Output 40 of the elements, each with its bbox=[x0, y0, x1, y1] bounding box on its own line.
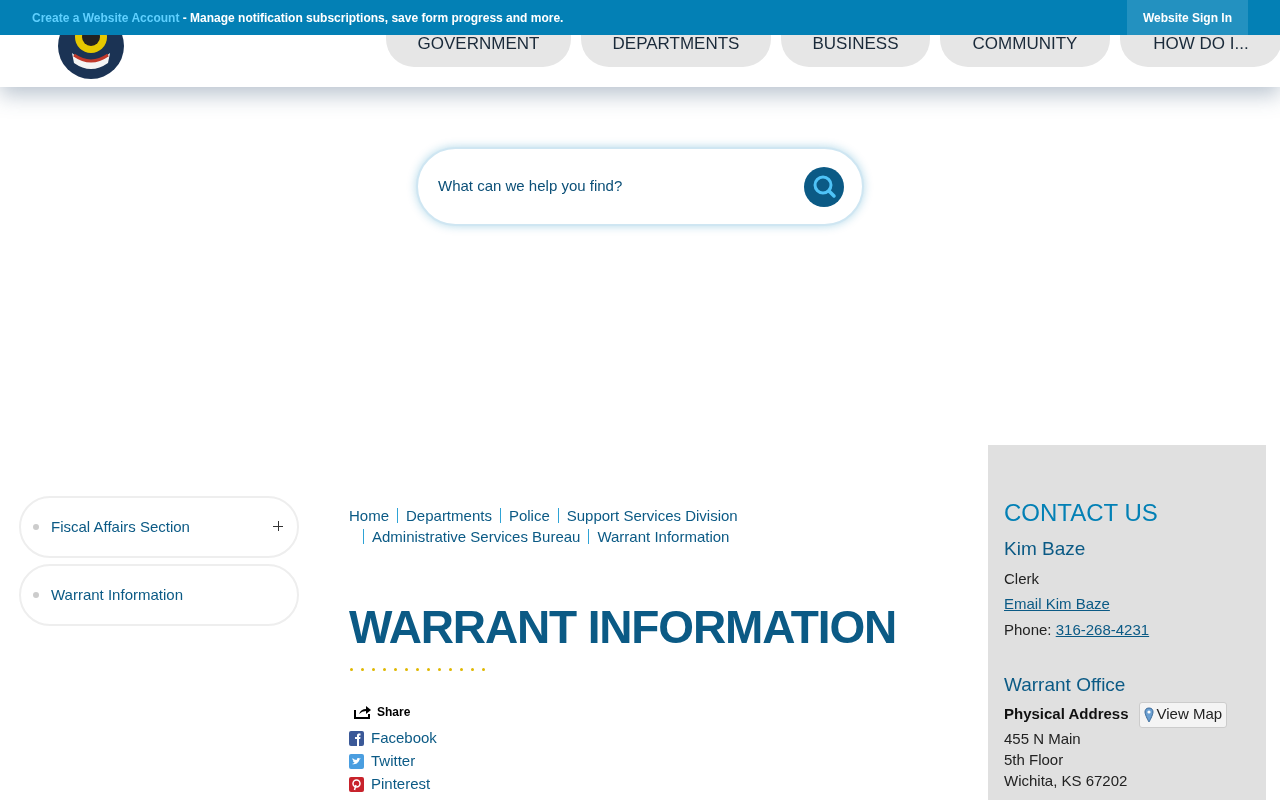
share-link[interactable]: Twitter bbox=[349, 750, 959, 773]
page-title: WARRANT INFORMATION bbox=[349, 600, 898, 655]
account-banner-text: Create a Website Account - Manage notification subscriptions, save form progress and more. bbox=[32, 9, 564, 27]
share-button[interactable]: Share bbox=[354, 703, 411, 721]
pinterest-icon bbox=[349, 777, 364, 792]
breadcrumb-link[interactable]: Home bbox=[349, 505, 389, 526]
search-icon[interactable] bbox=[804, 166, 844, 207]
email-link[interactable]: Email Kim Baze bbox=[1004, 593, 1266, 616]
nav-tab[interactable]: GOVERNMENT bbox=[386, 35, 571, 67]
breadcrumb-link[interactable]: Departments bbox=[406, 505, 492, 526]
address-line: 455 N Main bbox=[1004, 728, 1082, 749]
address-line: 5th Floor bbox=[1004, 749, 1065, 770]
office-heading: Warrant Office bbox=[1004, 673, 1127, 697]
facebook-icon bbox=[349, 731, 364, 746]
sign-in-button[interactable]: Website Sign In bbox=[1126, 0, 1248, 35]
contact-heading: CONTACT US bbox=[1004, 498, 1159, 528]
address-line: Wichita, KS 67202 bbox=[1004, 770, 1129, 791]
sidebar-item[interactable]: Warrant Information bbox=[19, 564, 299, 626]
share-link[interactable]: Facebook bbox=[349, 727, 959, 750]
nav-tab[interactable]: BUSINESS bbox=[781, 35, 930, 67]
nav-tab[interactable]: HOW DO I... bbox=[1120, 35, 1280, 67]
share-icon bbox=[354, 705, 372, 719]
twitter-icon bbox=[349, 754, 364, 769]
address-label: Physical Address bbox=[1004, 704, 1129, 725]
phone-label: Phone: bbox=[1004, 619, 1053, 640]
nav-tab[interactable]: COMMUNITY bbox=[940, 35, 1110, 67]
breadcrumb-link[interactable]: Police bbox=[508, 505, 550, 526]
share-link[interactable]: Pinterest bbox=[349, 773, 959, 796]
view-map-button[interactable]: View Map bbox=[1138, 701, 1228, 728]
map-pin-icon bbox=[1143, 706, 1154, 723]
sidebar-item[interactable]: Fiscal Affairs Section bbox=[19, 496, 299, 558]
phone-link[interactable]: 316-268-4231 bbox=[1055, 618, 1150, 641]
nav-tab[interactable]: DEPARTMENTS bbox=[581, 35, 771, 67]
breadcrumb-link[interactable]: Administrative Services Bureau bbox=[372, 526, 581, 547]
search-field[interactable]: What can we help you find? bbox=[438, 175, 804, 198]
expand-icon[interactable] bbox=[273, 521, 285, 533]
breadcrumb-link[interactable]: Support Services Division bbox=[566, 505, 738, 526]
contact-role: Clerk bbox=[1004, 568, 1040, 589]
breadcrumb-link[interactable]: Warrant Information bbox=[597, 526, 730, 547]
contact-name: Kim Baze bbox=[1004, 537, 1087, 561]
